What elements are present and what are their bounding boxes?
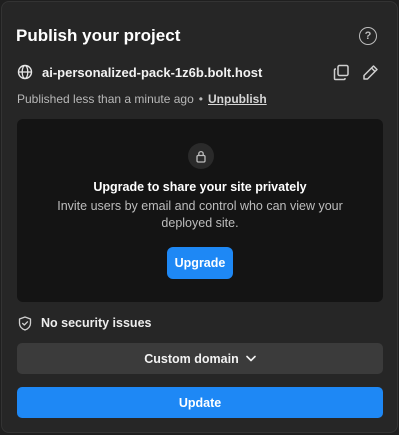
chevron-down-icon: [245, 355, 256, 362]
pencil-icon[interactable]: [362, 64, 379, 81]
security-status: No security issues: [18, 315, 151, 331]
update-button[interactable]: Update: [17, 387, 383, 418]
site-url-row: ai-personalized-pack-1z6b.bolt.host: [17, 62, 379, 82]
custom-domain-button[interactable]: Custom domain: [17, 343, 383, 374]
upgrade-description: Invite users by email and control who ca…: [57, 199, 343, 230]
panel-header: Publish your project ?: [16, 24, 383, 48]
shield-check-icon: [18, 315, 32, 331]
upgrade-card: Upgrade to share your site privately Inv…: [17, 119, 383, 302]
lock-badge: [188, 143, 214, 169]
panel-title: Publish your project: [16, 26, 181, 45]
lock-icon: [196, 150, 206, 163]
upgrade-button[interactable]: Upgrade: [167, 247, 233, 279]
publish-status: Published less than a minute ago • Unpub…: [17, 91, 267, 107]
globe-icon: [17, 64, 33, 80]
upgrade-title: Upgrade to share your site privately: [93, 180, 307, 194]
security-label: No security issues: [41, 316, 152, 330]
custom-domain-label: Custom domain: [144, 351, 239, 366]
unpublish-link[interactable]: Unpublish: [208, 92, 267, 106]
published-text: Published less than a minute ago: [17, 92, 194, 106]
copy-icon[interactable]: [333, 64, 350, 81]
site-url[interactable]: ai-personalized-pack-1z6b.bolt.host: [42, 65, 333, 80]
separator-dot: •: [198, 92, 203, 106]
url-actions: [333, 64, 379, 81]
publish-panel: Publish your project ? ai-personalized-p…: [1, 1, 398, 433]
question-circle-icon[interactable]: ?: [359, 27, 377, 45]
